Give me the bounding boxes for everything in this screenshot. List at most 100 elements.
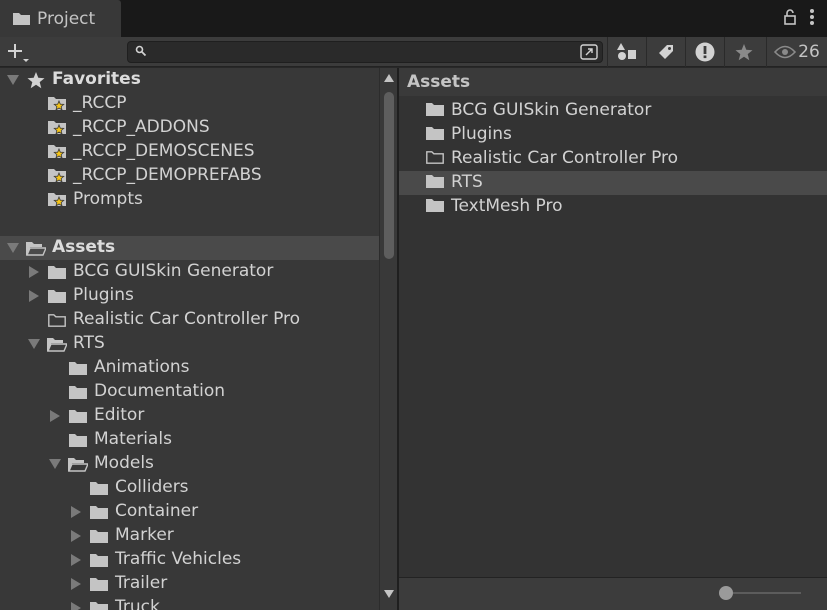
folder-icon — [47, 263, 67, 281]
search-input[interactable] — [150, 43, 570, 61]
asset-list-item-label: Plugins — [451, 124, 512, 144]
tree-item-label: _RCCP_DEMOPREFABS — [73, 165, 262, 185]
tree-item[interactable]: Prompts — [0, 188, 379, 212]
asset-list-panel: Assets BCG GUISkin Generator Plugins Reali… — [399, 68, 827, 577]
alert-icon — [695, 42, 714, 62]
tree-item[interactable]: Traffic Vehicles — [0, 548, 379, 572]
asset-list-item[interactable]: TextMesh Pro — [399, 195, 827, 219]
asset-list-item-label: TextMesh Pro — [451, 196, 563, 216]
tree-item[interactable]: BCG GUISkin Generator — [0, 260, 379, 284]
tab-project[interactable]: Project — [0, 0, 121, 37]
tree-item-label: Assets — [52, 237, 116, 257]
tree-item-label: Documentation — [94, 381, 226, 401]
asset-list-item[interactable]: BCG GUISkin Generator — [399, 99, 827, 123]
tree-item[interactable]: Editor — [0, 404, 379, 428]
tree-item[interactable]: Materials — [0, 428, 379, 452]
folder-tree: Favorites _RCCP _RCCP_ADDONS _RCCP_DEMOSCEN… — [0, 68, 379, 610]
expand-arrow-closed-icon[interactable] — [70, 578, 82, 590]
open-search-window-icon — [580, 44, 598, 60]
folder-icon — [89, 503, 109, 521]
expand-arrow-closed-icon[interactable] — [70, 530, 82, 542]
tree-scrollbar[interactable] — [379, 68, 397, 610]
tree-item[interactable]: Realistic Car Controller Pro — [0, 308, 379, 332]
expand-arrow-closed-icon[interactable] — [70, 506, 82, 518]
tree-item[interactable]: Models — [0, 452, 379, 476]
folder-icon — [47, 287, 67, 305]
tree-item-label: Realistic Car Controller Pro — [73, 309, 301, 329]
tree-item[interactable]: Trailer — [0, 572, 379, 596]
favorite-folder-icon — [47, 95, 67, 113]
filter-by-label-button[interactable] — [646, 37, 684, 67]
zoom-slider-handle[interactable] — [719, 586, 733, 600]
tree-item-label: Trailer — [115, 573, 168, 593]
tree-item[interactable]: _RCCP — [0, 92, 379, 116]
tree-item-label: Container — [115, 501, 199, 521]
save-search-button[interactable] — [724, 37, 762, 67]
filter-by-type-button[interactable] — [607, 37, 645, 67]
folder-open-icon — [68, 455, 88, 473]
create-button[interactable] — [4, 40, 34, 64]
zoom-slider-track[interactable] — [729, 592, 801, 594]
folder-icon — [89, 551, 109, 569]
expand-arrow-open-icon[interactable] — [28, 338, 40, 350]
tree-item[interactable]: Marker — [0, 524, 379, 548]
expand-arrow-open-icon[interactable] — [49, 458, 61, 470]
scrollbar-thumb[interactable] — [384, 92, 394, 259]
tree-item-label: Animations — [94, 357, 190, 377]
tree-item[interactable]: Assets — [0, 236, 379, 260]
tree-item-label: _RCCP_ADDONS — [73, 117, 210, 137]
asset-list-item[interactable]: Plugins — [399, 123, 827, 147]
tree-item[interactable]: Truck — [0, 596, 379, 610]
lock-icon[interactable] — [783, 9, 797, 25]
more-options-icon[interactable] — [809, 8, 815, 26]
tree-item-label: Prompts — [73, 189, 143, 209]
breadcrumb-assets[interactable]: Assets — [407, 72, 470, 92]
tab-bar: Project — [0, 0, 827, 37]
folder-icon — [426, 198, 444, 218]
star-icon — [26, 71, 46, 89]
tree-item-label: _RCCP — [73, 93, 127, 113]
asset-list-item[interactable]: RTS — [399, 171, 827, 195]
asset-list-item-label: RTS — [451, 172, 483, 192]
tree-item[interactable]: _RCCP_DEMOSCENES — [0, 140, 379, 164]
favorite-folder-icon — [47, 119, 67, 137]
shapes-icon — [616, 43, 636, 60]
hidden-packages-button[interactable]: 26 — [766, 37, 827, 67]
favorite-folder-icon — [47, 167, 67, 185]
folder-icon — [68, 407, 88, 425]
tree-item[interactable]: Animations — [0, 356, 379, 380]
search-advanced-button[interactable] — [579, 43, 599, 61]
plus-dropdown-icon — [8, 44, 29, 62]
tree-item[interactable]: Plugins — [0, 284, 379, 308]
expand-arrow-open-icon[interactable] — [7, 74, 19, 86]
folder-icon — [13, 13, 30, 25]
expand-arrow-closed-icon[interactable] — [28, 290, 40, 302]
expand-arrow-closed-icon[interactable] — [70, 554, 82, 566]
asset-list-item-label: Realistic Car Controller Pro — [451, 148, 679, 168]
tree-item-label: Truck — [115, 597, 160, 610]
tree-item-label: Plugins — [73, 285, 134, 305]
asset-list-item[interactable]: Realistic Car Controller Pro — [399, 147, 827, 171]
tree-item[interactable]: Colliders — [0, 476, 379, 500]
tree-item-label: Favorites — [52, 69, 141, 89]
expand-arrow-closed-icon[interactable] — [70, 602, 82, 610]
empty-folder-icon — [47, 311, 67, 329]
folder-icon — [89, 599, 109, 610]
tree-item[interactable]: Documentation — [0, 380, 379, 404]
tree-item[interactable]: RTS — [0, 332, 379, 356]
scroll-up-arrow-icon[interactable] — [384, 74, 394, 82]
tree-item-label: _RCCP_DEMOSCENES — [73, 141, 255, 161]
expand-arrow-closed-icon[interactable] — [28, 266, 40, 278]
scroll-down-arrow-icon[interactable] — [384, 590, 394, 598]
tree-item[interactable]: Favorites — [0, 68, 379, 92]
folder-icon — [68, 383, 88, 401]
expand-arrow-open-icon[interactable] — [7, 242, 19, 254]
tree-item[interactable]: _RCCP_ADDONS — [0, 116, 379, 140]
tree-item[interactable]: Container — [0, 500, 379, 524]
tree-item-label: Traffic Vehicles — [115, 549, 242, 569]
expand-arrow-closed-icon[interactable] — [49, 410, 61, 422]
toggle-warnings-button[interactable] — [685, 37, 723, 67]
folder-open-icon — [47, 335, 67, 353]
tree-item[interactable]: _RCCP_DEMOPREFABS — [0, 164, 379, 188]
